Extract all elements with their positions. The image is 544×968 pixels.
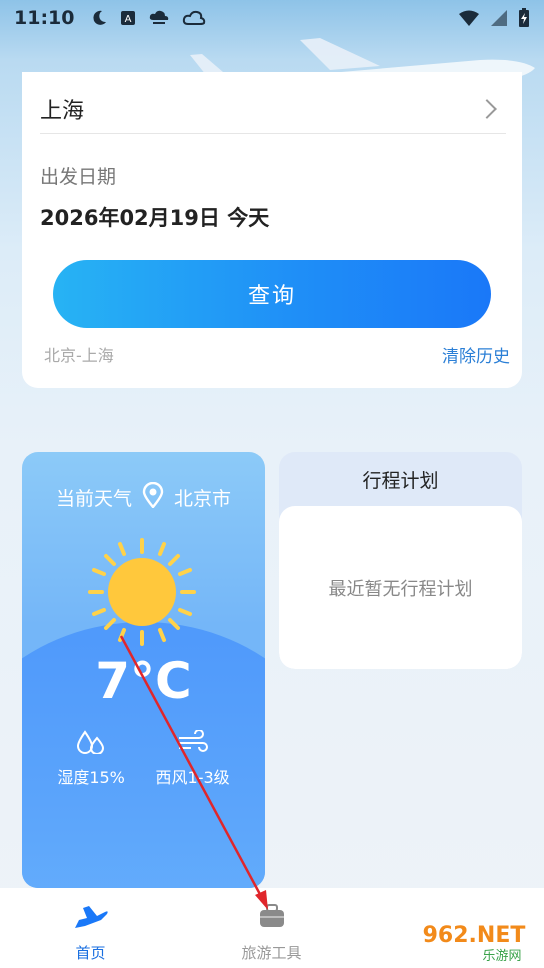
status-bar: 11:10 A <box>0 0 544 36</box>
nav-label-home: 首页 <box>75 944 106 962</box>
a-badge-icon: A <box>120 10 136 26</box>
weather-card[interactable]: 当前天气 北京市 7°C 湿度15% 西风1-3级 <box>22 452 265 888</box>
svg-text:962.NET: 962.NET <box>423 923 526 948</box>
plane-icon <box>73 902 109 934</box>
departure-date-label: 出发日期 <box>40 166 117 188</box>
trip-plan-card[interactable]: 行程计划 最近暂无行程计划 <box>279 452 522 669</box>
chevron-right-icon <box>477 98 497 119</box>
nav-label-travel-tools: 旅游工具 <box>241 944 302 962</box>
weather-header: 当前天气 北京市 <box>22 481 265 513</box>
cloud-rain-icon <box>148 9 170 27</box>
svg-text:A: A <box>125 14 132 25</box>
weather-city: 北京市 <box>174 488 232 510</box>
departure-date-value[interactable]: 2026年02月19日 今天 <box>40 202 269 232</box>
humidity-text: 湿度15% <box>57 768 125 787</box>
weather-stats: 湿度15% 西风1-3级 <box>22 729 265 788</box>
battery-icon <box>518 8 530 28</box>
nav-tab-home[interactable]: 首页 <box>0 888 181 968</box>
trip-plan-empty: 最近暂无行程计划 <box>279 506 522 669</box>
status-time: 11:10 <box>14 7 75 29</box>
wind-icon <box>177 729 209 758</box>
arrival-city: 上海 <box>40 98 85 124</box>
status-icons-left: A <box>90 9 206 27</box>
humidity-stat: 湿度15% <box>57 730 125 788</box>
trip-plan-title: 行程计划 <box>362 469 439 492</box>
flight-search-card: 上海 出发日期 2026年02月19日 今天 查询 北京-上海 清除历史 <box>22 72 522 388</box>
weather-label: 当前天气 <box>55 488 132 510</box>
wind-text: 西风1-3级 <box>155 768 230 787</box>
wind-stat: 西风1-3级 <box>155 729 230 788</box>
arrival-city-row[interactable]: 上海 <box>40 84 506 134</box>
wifi-icon <box>458 9 480 27</box>
search-history-item[interactable]: 北京-上海 <box>44 342 114 366</box>
svg-text:乐游网: 乐游网 <box>482 949 521 964</box>
moon-icon <box>90 9 108 27</box>
signal-icon <box>490 9 508 27</box>
humidity-icon <box>76 730 106 758</box>
clear-history-button[interactable]: 清除历史 <box>442 342 510 367</box>
status-icons-right <box>458 8 530 28</box>
watermark-logo: 962.NET 乐游网 <box>404 918 544 964</box>
sun-icon <box>82 532 202 652</box>
location-pin-icon <box>142 481 164 513</box>
cloud-icon <box>182 9 206 27</box>
nav-tab-travel-tools[interactable]: 旅游工具 <box>181 888 362 968</box>
temperature: 7°C <box>95 652 192 710</box>
luggage-icon <box>257 902 287 934</box>
query-button[interactable]: 查询 <box>53 260 491 328</box>
